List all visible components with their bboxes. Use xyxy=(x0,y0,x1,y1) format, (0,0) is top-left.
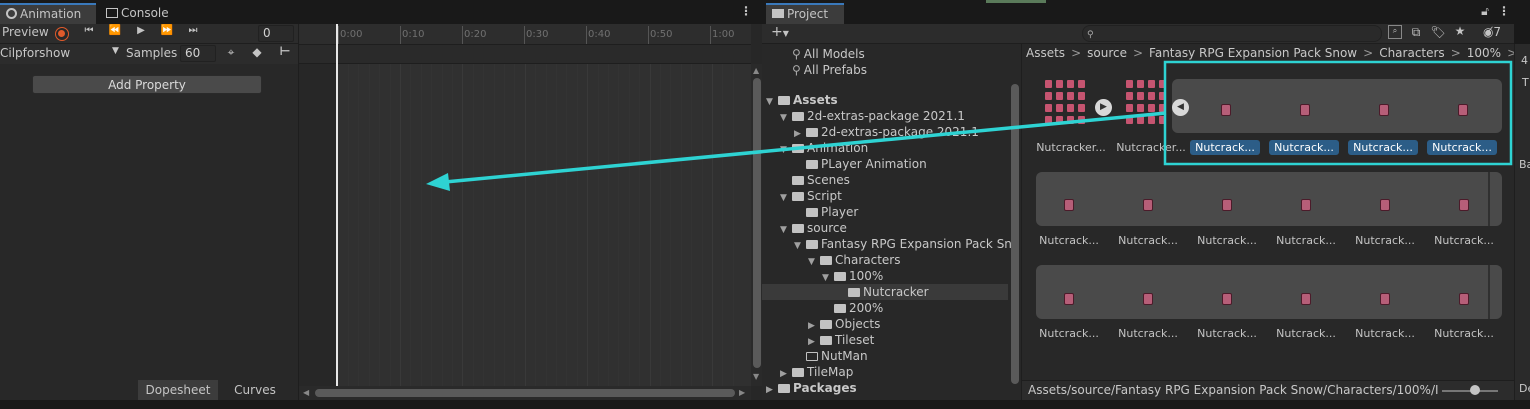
annotation-arrow-line xyxy=(444,111,1167,184)
highlight-box xyxy=(1163,60,1513,166)
annotation-arrowhead xyxy=(426,173,450,191)
annotation-overlay xyxy=(426,60,1513,191)
